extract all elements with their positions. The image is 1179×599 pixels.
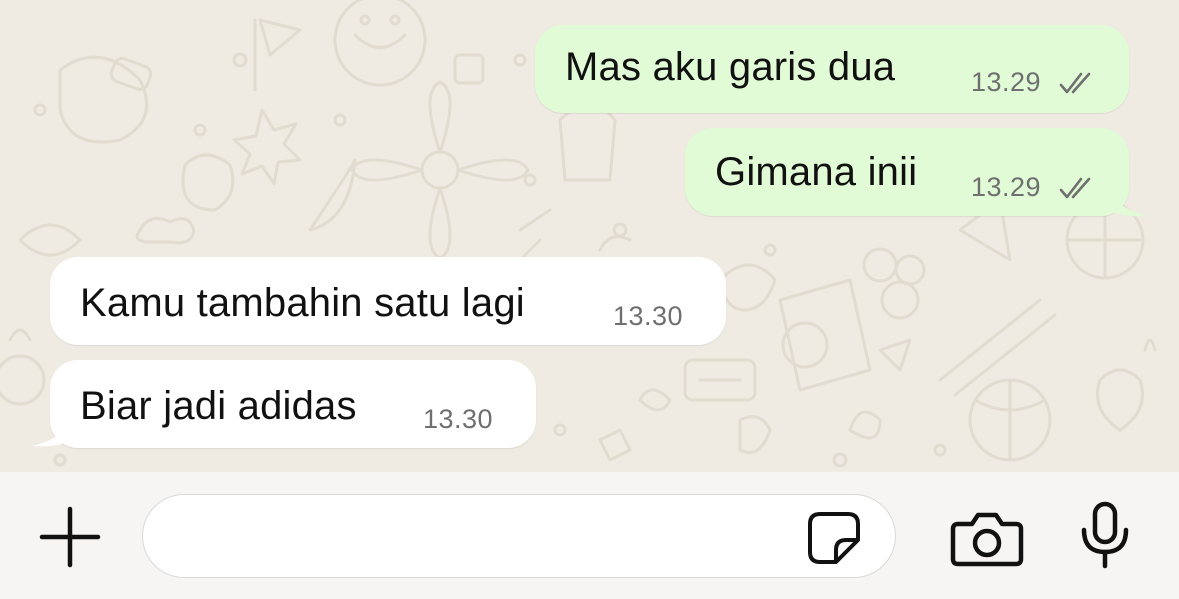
message-time: 13.29 [971,172,1042,202]
message-text: Gimana inii [715,150,918,194]
outgoing-message-bubble[interactable]: Gimana inii 13.29 [685,128,1129,216]
incoming-message-bubble[interactable]: Biar jadi adidas 13.30 [50,360,536,448]
outgoing-bubble-tail [1108,186,1148,217]
sticker-icon[interactable] [806,510,862,566]
chat-area: Mas aku garis dua 13.29 Gimana inii 13.2… [0,0,1179,472]
message-time: 13.30 [613,301,684,331]
microphone-icon[interactable] [1078,500,1132,570]
incoming-message-bubble[interactable]: Kamu tambahin satu lagi 13.30 [50,257,726,345]
message-time: 13.29 [971,67,1042,97]
message-input[interactable] [142,494,896,578]
message-time: 13.30 [423,404,494,434]
message-text: Kamu tambahin satu lagi [80,281,525,325]
message-composer [0,472,1179,599]
message-text: Mas aku garis dua [565,45,896,89]
camera-icon[interactable] [950,510,1024,568]
plus-icon[interactable] [38,505,102,569]
double-check-icon [1059,177,1091,199]
incoming-bubble-tail [32,416,72,447]
message-text: Biar jadi adidas [80,384,357,428]
double-check-icon [1059,72,1091,94]
outgoing-message-bubble[interactable]: Mas aku garis dua 13.29 [535,25,1129,113]
